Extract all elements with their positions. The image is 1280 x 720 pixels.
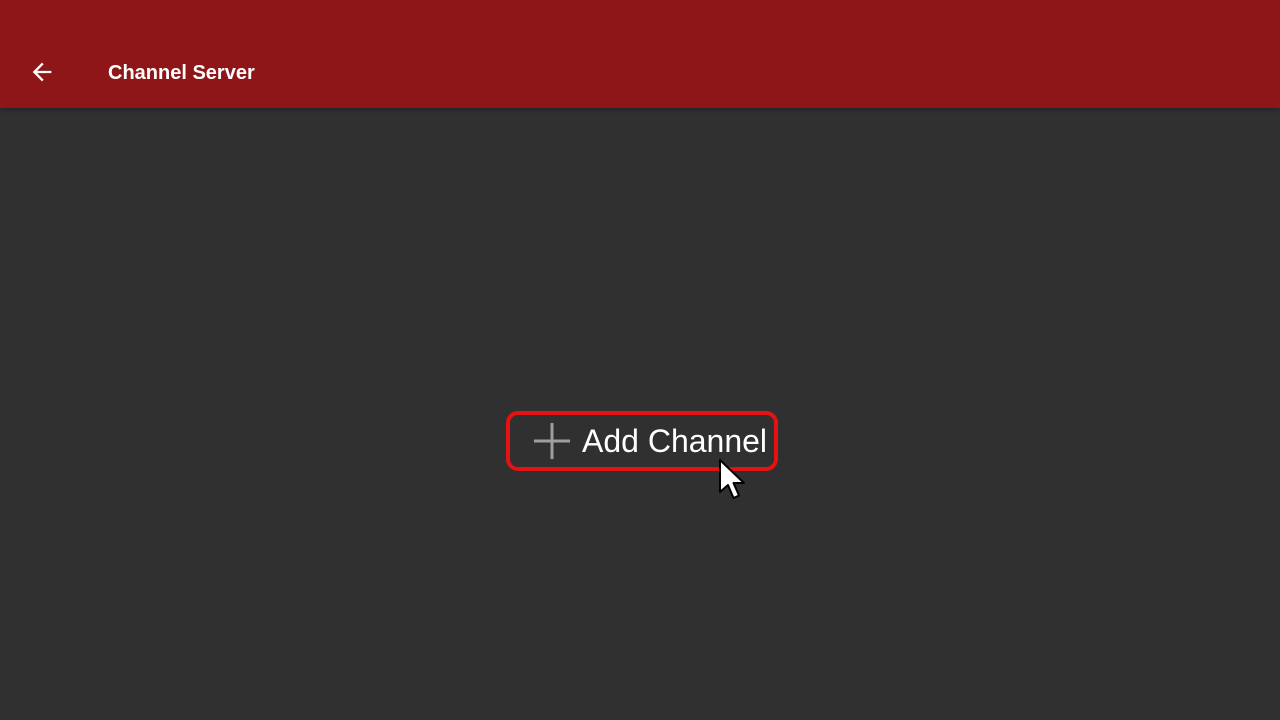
back-button[interactable] xyxy=(16,48,68,96)
app-bar: Channel Server xyxy=(0,0,1280,108)
plus-icon xyxy=(532,421,572,461)
page-title: Channel Server xyxy=(108,62,255,84)
add-channel-label: Add Channel xyxy=(582,423,768,459)
arrow-left-icon xyxy=(28,58,56,86)
app-window: Channel Server Add Channel xyxy=(0,0,1280,720)
main-content: Add Channel xyxy=(0,108,1280,720)
add-channel-button[interactable]: Add Channel xyxy=(506,411,778,471)
